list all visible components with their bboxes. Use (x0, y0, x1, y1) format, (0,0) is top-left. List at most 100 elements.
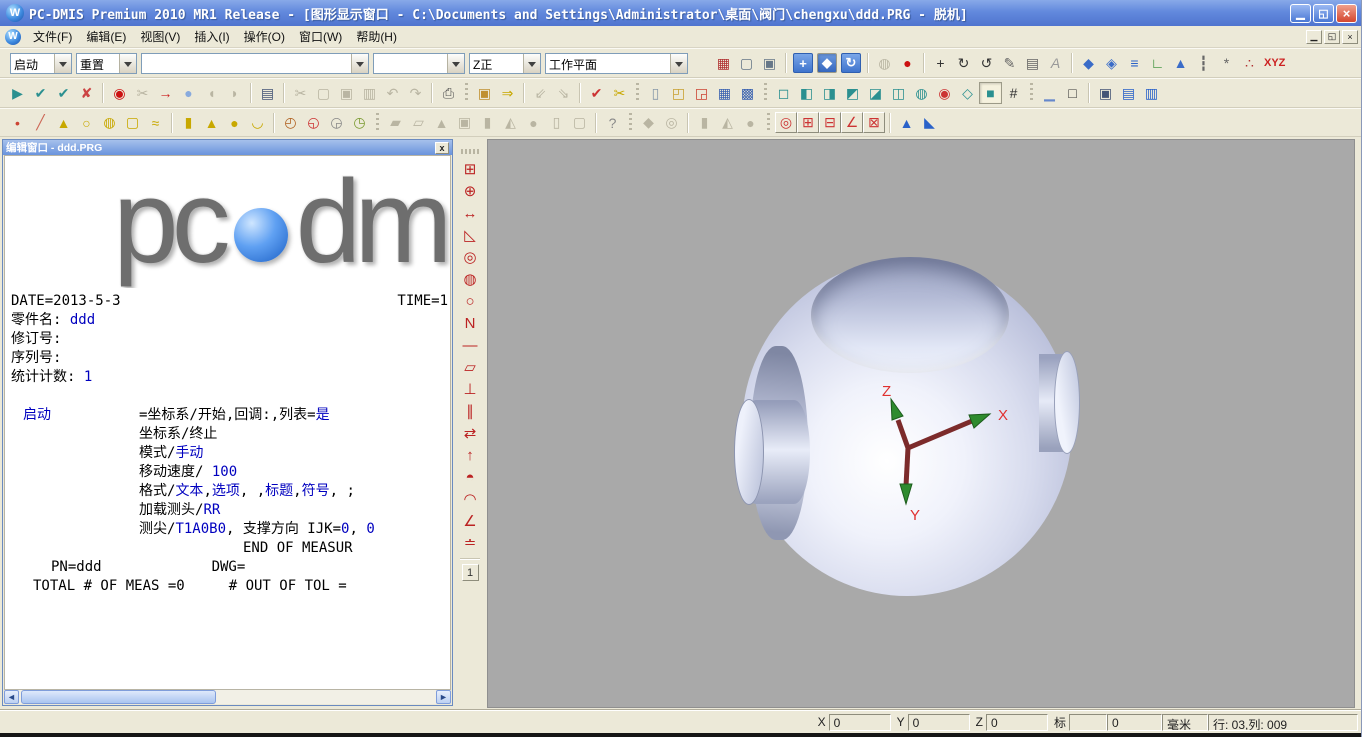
code-line[interactable]: 移动速度/ 100 (5, 463, 450, 482)
toolbar-handle[interactable] (461, 149, 479, 154)
menu-window[interactable]: 窗口(W) (292, 25, 349, 48)
goto-position-icon[interactable]: → (154, 82, 177, 104)
cad-solid-icon[interactable]: ◆ (1077, 52, 1100, 74)
workplane-label-combo[interactable]: 工作平面 (545, 53, 688, 74)
redo-icon[interactable]: ↷ (404, 82, 427, 104)
next-tip-icon[interactable]: ⇒ (496, 82, 519, 104)
graphic-modes-icon[interactable]: ▦ (712, 52, 735, 74)
dim-distance-icon[interactable]: ↔ (458, 202, 482, 224)
dim-total-runout-icon[interactable]: ⇄ (458, 422, 482, 444)
cad-select-icon[interactable]: ◈ (1100, 52, 1123, 74)
rotate-2d-icon[interactable]: ↻ (952, 52, 975, 74)
code-line[interactable]: 模式/手动 (5, 444, 450, 463)
tip-combo[interactable] (373, 53, 465, 74)
print-icon[interactable]: ⎙ (437, 82, 460, 104)
dim-profile-surface-icon[interactable]: ◓ (458, 466, 482, 488)
view-solid-icon[interactable]: ■ (979, 82, 1002, 104)
auto-round-slot-icon[interactable]: ▢ (568, 112, 591, 134)
max-graphics-icon[interactable]: □ (1061, 82, 1084, 104)
auto-ellipse-icon[interactable]: ● (522, 112, 545, 134)
cancel-execute-icon[interactable]: ✘ (75, 82, 98, 104)
dim-angle-icon[interactable]: ◺ (458, 224, 482, 246)
probe-readout-icon[interactable]: ◖ (200, 82, 223, 104)
scroll-right-icon[interactable]: ► (436, 690, 451, 704)
undo-icon[interactable]: ↶ (381, 82, 404, 104)
pan-view-icon[interactable]: + (793, 53, 813, 73)
child-close-button[interactable]: × (1342, 30, 1358, 44)
report-window-icon[interactable]: ▢ (735, 52, 758, 74)
measured-circle-icon[interactable]: ○ (75, 112, 98, 134)
machine-status-icon[interactable]: ● (177, 82, 200, 104)
menu-edit[interactable]: 编辑(E) (79, 25, 133, 48)
view-top-icon[interactable]: ◪ (864, 82, 887, 104)
dim-cylindricity-icon[interactable]: ◍ (458, 268, 482, 290)
graphics-canvas[interactable]: Z X Y (487, 139, 1355, 708)
execute-from-cursor-icon[interactable]: ✔ (52, 82, 75, 104)
chevron-down-icon[interactable] (447, 54, 464, 73)
paste-pattern-icon[interactable]: ▥ (358, 82, 381, 104)
probe-readout2-icon[interactable]: ◗ (223, 82, 246, 104)
code-line[interactable]: PN=dddDWG= (5, 558, 450, 577)
code-line[interactable]: 启动=坐标系/开始,回调:,列表=是 (5, 406, 450, 425)
dim-keyin-icon[interactable]: N (458, 312, 482, 334)
construct-cylinder-icon[interactable]: ▮ (693, 112, 716, 134)
chevron-down-icon[interactable] (523, 54, 540, 73)
code-line[interactable]: 修订号: (5, 330, 450, 349)
dim-perpendicularity-icon[interactable]: ⊥ (458, 378, 482, 400)
part-csys-icon[interactable]: ∟ (1146, 52, 1169, 74)
construct-feature-icon[interactable]: ◆ (637, 112, 660, 134)
minimize-button[interactable]: ▁ (1290, 4, 1311, 23)
mark-feature-icon[interactable]: ✔ (585, 82, 608, 104)
rotate-3d-icon[interactable]: ↺ (975, 52, 998, 74)
view-perspective-icon[interactable]: ◇ (956, 82, 979, 104)
edit-window-close-icon[interactable]: x (435, 142, 449, 154)
toolbar-handle[interactable] (465, 83, 468, 103)
pointcloud-icon[interactable]: ∴ (1238, 52, 1261, 74)
toolbar-handle[interactable] (767, 113, 770, 133)
toolbar-handle[interactable] (376, 113, 379, 133)
datum-definition-icon[interactable]: ▲ (895, 112, 918, 134)
close-program-icon[interactable]: ◲ (690, 82, 713, 104)
scroll-thumb[interactable] (21, 690, 216, 704)
dim-symmetry-icon[interactable]: ≐ (458, 532, 482, 554)
probe-enable-icon[interactable]: ✂ (131, 82, 154, 104)
translate-mode-icon[interactable]: + (929, 52, 952, 74)
chevron-down-icon[interactable] (670, 54, 687, 73)
paste-icon[interactable]: ▣ (335, 82, 358, 104)
probe-utilities-icon[interactable]: ▣ (473, 82, 496, 104)
alignment-combo[interactable]: 启动 (10, 53, 72, 74)
program-code[interactable]: TIME=1DATE=2013-5-3零件名: ddd修订号:序列号:统计计数:… (5, 288, 450, 596)
menu-file[interactable]: 文件(F) (26, 25, 79, 48)
save-program-icon[interactable]: ▦ (713, 82, 736, 104)
zoom-view-icon[interactable]: ◆ (817, 53, 837, 73)
toolbar-handle[interactable] (629, 113, 632, 133)
temp-comp-icon[interactable]: ◷ (348, 112, 371, 134)
cad-layers-icon[interactable]: ≡ (1123, 52, 1146, 74)
dim-circularity-icon[interactable]: ○ (458, 290, 482, 312)
dim-runout-icon[interactable]: ↑ (458, 444, 482, 466)
dim-parallelism-icon[interactable]: ∥ (458, 400, 482, 422)
code-line[interactable]: TIME=1DATE=2013-5-3 (5, 292, 450, 311)
view-back-icon[interactable]: ◧ (795, 82, 818, 104)
rotate-probe-minus-icon[interactable]: ⇙ (529, 82, 552, 104)
refresh-view-icon[interactable]: ↻ (841, 53, 861, 73)
dim-angle-button[interactable]: ∠ (841, 112, 863, 133)
chevron-down-icon[interactable] (119, 54, 136, 73)
auto-cylinder-icon[interactable]: ▮ (476, 112, 499, 134)
workplane-combo[interactable]: Z正 (469, 53, 541, 74)
cascade-windows-icon[interactable]: ▣ (1094, 82, 1117, 104)
auto-surface-point-icon[interactable]: ▱ (407, 112, 430, 134)
zoom-to-point-icon[interactable]: ◉ (933, 82, 956, 104)
dim-profile-line-icon[interactable]: ◠ (458, 488, 482, 510)
view-left-icon[interactable]: ◨ (818, 82, 841, 104)
dim-concentricity-icon[interactable]: ◎ (458, 246, 482, 268)
min-graphics-icon[interactable]: ▁ (1038, 82, 1061, 104)
dim-location-button[interactable]: ◎ (775, 112, 797, 133)
chevron-down-icon[interactable] (351, 54, 368, 73)
cad-lock-icon[interactable]: ▲ (1169, 52, 1192, 74)
wireframe-view-icon[interactable]: ◍ (873, 52, 896, 74)
child-minimize-button[interactable]: ▁ (1306, 30, 1322, 44)
edit-window-titlebar[interactable]: 编辑窗口 - ddd.PRG x (3, 140, 452, 155)
dim-flatness-icon[interactable]: ▱ (458, 356, 482, 378)
code-line[interactable]: TOTAL # OF MEAS =0# OUT OF TOL = (5, 577, 450, 596)
